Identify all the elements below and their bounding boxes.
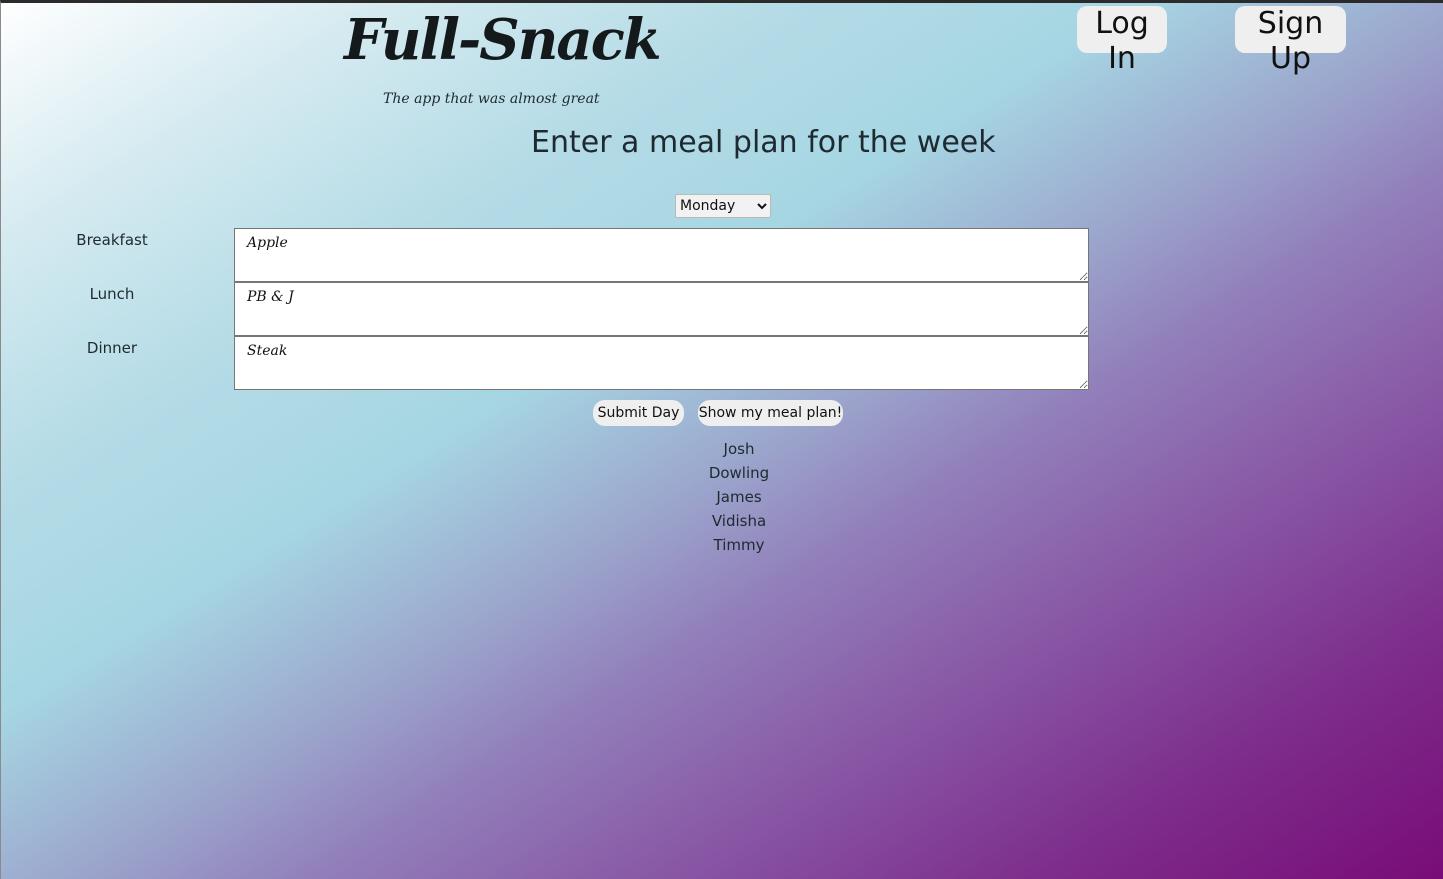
breakfast-label: Breakfast <box>76 231 148 249</box>
lunch-input[interactable]: PB & J <box>234 282 1089 336</box>
team-name-item: Vidisha <box>711 512 767 530</box>
team-name-item: Timmy <box>713 536 765 554</box>
team-names-list: Josh Dowling James Vidisha Timmy <box>639 437 839 557</box>
page-heading: Enter a meal plan for the week <box>531 125 996 160</box>
dinner-label: Dinner <box>86 339 138 357</box>
lunch-label: Lunch <box>89 285 135 303</box>
login-button[interactable]: Log In <box>1077 6 1167 76</box>
dinner-input[interactable]: Steak <box>234 336 1089 390</box>
team-name-item: Dowling <box>708 464 770 482</box>
submit-day-button[interactable]: Submit Day <box>593 400 684 426</box>
app-logo: Full-Snack <box>344 7 662 73</box>
day-select[interactable]: Monday <box>675 194 771 218</box>
app-tagline: The app that was almost great <box>383 91 600 107</box>
team-name-item: Josh <box>723 440 755 458</box>
breakfast-input[interactable]: Apple <box>234 228 1089 282</box>
team-name-item: James <box>716 488 762 506</box>
signup-button[interactable]: Sign Up <box>1235 6 1346 76</box>
show-meal-plan-button[interactable]: Show my meal plan! <box>698 400 843 426</box>
